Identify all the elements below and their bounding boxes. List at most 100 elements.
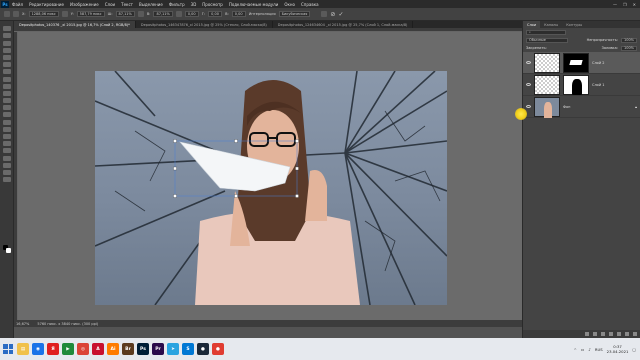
photoshop-logo[interactable]: Ps — [1, 0, 9, 8]
taskbar-app-10[interactable]: ➤ — [167, 343, 179, 355]
language-indicator[interactable]: RUS — [595, 347, 603, 352]
lasso-tool-icon[interactable] — [2, 40, 11, 46]
dodge-tool-icon[interactable] — [2, 126, 11, 132]
blend-mode-select[interactable]: Обычные — [526, 37, 568, 43]
zoom-level[interactable]: 16,67% — [16, 322, 29, 326]
crop-tool-icon[interactable] — [2, 54, 11, 60]
layer-row[interactable]: Слой 1 — [523, 74, 640, 96]
fx-icon[interactable] — [593, 332, 597, 336]
layer-row[interactable]: Фон 🔒︎ — [523, 96, 640, 118]
layer-name[interactable]: Слой 1 — [592, 83, 604, 87]
taskbar-app-4[interactable]: ◎ — [77, 343, 89, 355]
maximize-button[interactable]: ❐ — [623, 2, 627, 7]
layer-name[interactable]: Слой 2 — [592, 61, 604, 65]
path-select-icon[interactable] — [2, 148, 11, 154]
width-field[interactable]: 87,11% — [115, 11, 135, 17]
close-button[interactable]: ✕ — [633, 2, 636, 7]
taskbar-app-11[interactable]: S — [182, 343, 194, 355]
taskbar-app-5[interactable]: A — [92, 343, 104, 355]
minimize-button[interactable]: — — [613, 2, 617, 7]
layer-filter-select[interactable]: ⌕ — [526, 29, 566, 35]
blur-tool-icon[interactable] — [2, 119, 11, 125]
delete-layer-icon[interactable] — [633, 332, 637, 336]
adjustment-layer-icon[interactable] — [609, 332, 613, 336]
layer-name[interactable]: Фон — [563, 105, 570, 109]
x-field[interactable]: 1288,06 пикс — [28, 11, 59, 17]
quick-select-tool-icon[interactable] — [2, 47, 11, 53]
reference-point-icon[interactable] — [13, 11, 19, 17]
tab-layers[interactable]: Слои — [523, 21, 541, 28]
tray-arrow-icon[interactable]: ^ — [574, 347, 577, 352]
start-button[interactable] — [2, 343, 14, 355]
angle-field[interactable]: 0,00 — [184, 11, 199, 17]
menu-edit[interactable]: Редактирование — [26, 2, 67, 7]
taskbar-app-2[interactable]: Я — [47, 343, 59, 355]
gradient-tool-icon[interactable] — [2, 112, 11, 118]
move-tool-icon[interactable] — [4, 11, 10, 17]
hand-tool-icon[interactable] — [2, 162, 11, 168]
canvas-area[interactable] — [18, 32, 522, 320]
tab-document-3[interactable]: Depositphotos_124634604 _xl 2015.jpg @ 2… — [273, 21, 414, 28]
tab-document-2[interactable]: Depositphotos_146347876_xl 2015.jpg @ 25… — [136, 21, 273, 28]
more-tools-icon[interactable] — [2, 177, 11, 183]
tab-document-1[interactable]: Depositphotos_140376 _xl 2015.jpg @ 16,7… — [14, 21, 136, 28]
taskbar-app-3[interactable]: ▶ — [62, 343, 74, 355]
taskbar-app-8[interactable]: Ps — [137, 343, 149, 355]
menu-file[interactable]: Файл — [9, 2, 26, 7]
layer-mask-thumbnail[interactable] — [563, 52, 589, 73]
menu-view[interactable]: Просмотр — [199, 2, 226, 7]
height-field[interactable]: 87,11% — [153, 11, 173, 17]
pen-tool-icon[interactable] — [2, 134, 11, 139]
menu-help[interactable]: Справка — [298, 2, 322, 7]
interpolation-select[interactable]: Бикубическая — [278, 11, 311, 17]
taskbar-app-1[interactable]: ◉ — [32, 343, 44, 355]
marquee-tool-icon[interactable] — [2, 33, 11, 39]
taskbar-app-13[interactable]: ● — [212, 343, 224, 355]
visibility-eye-icon[interactable] — [526, 105, 531, 108]
eraser-tool-icon[interactable] — [2, 105, 11, 111]
link-icon[interactable] — [137, 11, 144, 17]
zoom-tool-icon[interactable] — [2, 169, 11, 175]
tab-channels[interactable]: Каналы — [540, 21, 562, 28]
clock[interactable]: 0:37 23.04.2021 — [607, 344, 629, 354]
warp-icon[interactable] — [321, 11, 328, 17]
shape-tool-icon[interactable] — [2, 155, 11, 161]
new-layer-icon[interactable] — [625, 332, 629, 336]
document-image[interactable] — [95, 71, 447, 305]
history-brush-icon[interactable] — [2, 98, 11, 104]
relative-position-icon[interactable] — [61, 11, 68, 17]
network-icon[interactable]: ▭ — [581, 347, 585, 352]
brush-tool-icon[interactable] — [2, 83, 11, 89]
opacity-field[interactable]: 100% — [620, 37, 637, 43]
eyedropper-tool-icon[interactable] — [2, 69, 11, 75]
taskbar-app-6[interactable]: Ai — [107, 343, 119, 355]
visibility-eye-icon[interactable] — [526, 83, 531, 86]
group-icon[interactable] — [617, 332, 621, 336]
frame-tool-icon[interactable] — [2, 62, 11, 68]
type-tool-icon[interactable] — [2, 141, 11, 147]
y-field[interactable]: 587,79 пикс — [76, 11, 105, 17]
background-color-swatch[interactable] — [6, 248, 11, 253]
taskbar-app-7[interactable]: Br — [122, 343, 134, 355]
notifications-icon[interactable]: ▢ — [632, 347, 636, 352]
menu-image[interactable]: Изображение — [67, 2, 102, 7]
menu-3d[interactable]: 3D — [188, 2, 200, 7]
commit-transform-icon[interactable]: ✓ — [338, 11, 343, 18]
cancel-transform-icon[interactable]: ⊘ — [330, 11, 335, 18]
stamp-tool-icon[interactable] — [2, 90, 11, 96]
link-layers-icon[interactable] — [585, 332, 589, 336]
layer-mask-thumbnail[interactable] — [563, 74, 589, 95]
menu-layer[interactable]: Слои — [102, 2, 118, 7]
visibility-eye-icon[interactable] — [526, 61, 531, 64]
menu-filter[interactable]: Фильтр — [166, 2, 188, 7]
add-mask-icon[interactable] — [601, 332, 605, 336]
volume-icon[interactable]: ♪ — [588, 347, 590, 352]
taskbar-app-12[interactable]: ● — [197, 343, 209, 355]
tab-paths[interactable]: Контуры — [562, 21, 586, 28]
skew-v-field[interactable]: 0,00 — [231, 11, 246, 17]
move-tool-icon[interactable] — [2, 26, 11, 32]
fill-field[interactable]: 100% — [620, 45, 637, 51]
menu-window[interactable]: Окно — [281, 2, 298, 7]
layer-row[interactable]: Слой 2 — [523, 52, 640, 74]
taskbar-app-0[interactable]: ▤ — [17, 343, 29, 355]
